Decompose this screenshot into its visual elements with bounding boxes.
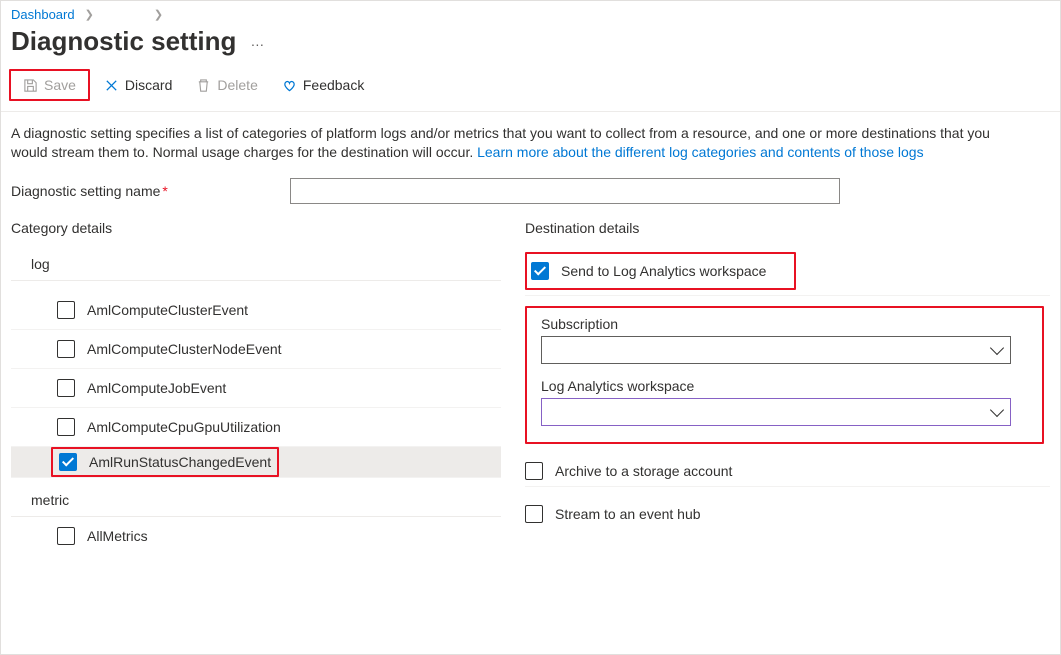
dest-storage[interactable]: Archive to a storage account xyxy=(525,456,1050,487)
log-item[interactable]: AmlRunStatusChangedEvent xyxy=(11,447,501,478)
highlight-selected-log: AmlRunStatusChangedEvent xyxy=(51,447,279,477)
log-label: AmlComputeJobEvent xyxy=(87,380,226,396)
subscription-label: Subscription xyxy=(541,316,1028,332)
delete-button[interactable]: Delete xyxy=(186,73,267,97)
checkbox[interactable] xyxy=(57,301,75,319)
dest-eventhub[interactable]: Stream to an event hub xyxy=(525,499,1050,529)
log-label: AmlComputeClusterNodeEvent xyxy=(87,341,282,357)
dest-label: Archive to a storage account xyxy=(555,463,732,479)
destination-details-header: Destination details xyxy=(525,220,1050,236)
workspace-label: Log Analytics workspace xyxy=(541,378,1028,394)
setting-name-label: Diagnostic setting name* xyxy=(11,183,168,199)
feedback-button[interactable]: Feedback xyxy=(272,73,374,97)
checkbox[interactable] xyxy=(57,418,75,436)
checkbox[interactable] xyxy=(59,453,77,471)
metric-label: AllMetrics xyxy=(87,528,148,544)
metric-item[interactable]: AllMetrics xyxy=(11,517,501,555)
highlight-log-analytics: Send to Log Analytics workspace xyxy=(525,252,796,290)
log-item[interactable]: AmlComputeCpuGpuUtilization xyxy=(11,408,501,447)
delete-icon xyxy=(196,78,211,93)
checkbox[interactable] xyxy=(531,262,549,280)
page-title: Diagnostic setting xyxy=(11,26,236,57)
log-header: log xyxy=(11,252,501,281)
highlight-workspace-section: Subscription Log Analytics workspace xyxy=(525,306,1044,444)
chevron-right-icon: ❯ xyxy=(154,8,163,21)
description-text: A diagnostic setting specifies a list of… xyxy=(1,112,1001,172)
metric-header: metric xyxy=(11,484,501,517)
checkbox[interactable] xyxy=(57,527,75,545)
checkbox[interactable] xyxy=(57,340,75,358)
more-actions-button[interactable]: … xyxy=(250,33,266,51)
checkbox[interactable] xyxy=(525,505,543,523)
log-label: AmlComputeCpuGpuUtilization xyxy=(87,419,281,435)
toolbar: Save Discard Delete Feedback xyxy=(1,65,1060,112)
chevron-down-icon xyxy=(990,341,1004,355)
title-row: Diagnostic setting … xyxy=(1,22,1060,65)
workspace-select[interactable] xyxy=(541,398,1011,426)
close-icon xyxy=(104,78,119,93)
log-label: AmlComputeClusterEvent xyxy=(87,302,248,318)
log-item[interactable]: AmlComputeJobEvent xyxy=(11,369,501,408)
log-item[interactable]: AmlComputeClusterNodeEvent xyxy=(11,330,501,369)
checkbox[interactable] xyxy=(57,379,75,397)
category-details-header: Category details xyxy=(11,220,501,236)
highlight-save: Save xyxy=(9,69,90,101)
dest-log-analytics[interactable]: Send to Log Analytics workspace xyxy=(531,256,766,286)
chevron-down-icon xyxy=(990,403,1004,417)
checkbox[interactable] xyxy=(525,462,543,480)
dest-label: Stream to an event hub xyxy=(555,506,701,522)
setting-name-input[interactable] xyxy=(290,178,840,204)
heart-icon xyxy=(282,78,297,93)
breadcrumb-dashboard[interactable]: Dashboard xyxy=(11,7,75,22)
log-item[interactable]: AmlComputeClusterEvent xyxy=(11,291,501,330)
log-label: AmlRunStatusChangedEvent xyxy=(89,454,271,470)
breadcrumb: Dashboard ❯ ❯ xyxy=(1,1,1060,22)
save-icon xyxy=(23,78,38,93)
chevron-right-icon: ❯ xyxy=(85,8,94,21)
dest-label: Send to Log Analytics workspace xyxy=(561,263,766,279)
discard-button[interactable]: Discard xyxy=(94,73,182,97)
save-button[interactable]: Save xyxy=(13,73,86,97)
learn-more-link[interactable]: Learn more about the different log categ… xyxy=(477,144,923,160)
setting-name-row: Diagnostic setting name* xyxy=(1,172,1060,214)
subscription-select[interactable] xyxy=(541,336,1011,364)
